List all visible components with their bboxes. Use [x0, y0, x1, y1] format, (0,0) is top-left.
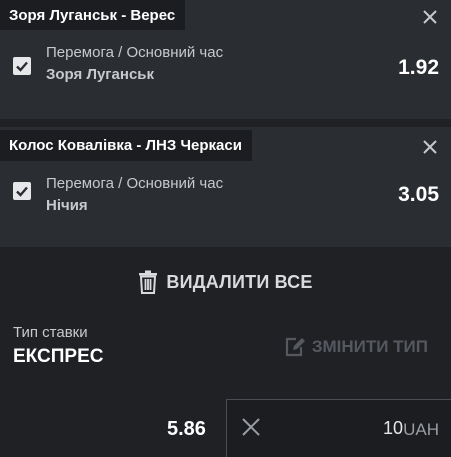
delete-all-button[interactable]: ВИДАЛИТИ ВСЕ [0, 268, 451, 296]
market-name: Перемога / Основний час [46, 44, 224, 61]
match-title: Зоря Луганськ - Верес [0, 0, 186, 30]
total-odds: 5.86 [167, 418, 206, 440]
market-name: Перемога / Основний час [46, 175, 224, 192]
close-icon[interactable] [421, 8, 439, 26]
match-title: Колос Ковалівка - ЛНЗ Черкаси [0, 130, 252, 161]
stake-currency: UAH [403, 420, 439, 439]
bet-card: Зоря Луганськ - Верес Перемога / Основни… [0, 0, 451, 119]
clear-icon[interactable] [241, 417, 261, 437]
bet-type-label: Тип ставки [13, 324, 88, 341]
change-type-label: ЗМІНИТИ ТИП [311, 337, 428, 356]
check-icon[interactable] [13, 57, 31, 75]
delete-all-label: ВИДАЛИТИ ВСЕ [166, 271, 313, 292]
selection-name: Зоря Луганськ [46, 66, 155, 83]
close-icon[interactable] [421, 138, 439, 156]
bet-type-value: ЕКСПРЕС [13, 346, 104, 367]
trash-icon [138, 270, 158, 294]
stake-input[interactable] [283, 418, 403, 439]
change-type-button[interactable]: ЗМІНИТИ ТИП [284, 336, 428, 358]
check-icon[interactable] [13, 182, 31, 200]
odds-value: 3.05 [398, 183, 439, 206]
edit-icon [284, 336, 306, 358]
stake-box: UAH [226, 399, 451, 457]
bet-card: Колос Ковалівка - ЛНЗ Черкаси Перемога /… [0, 127, 451, 247]
odds-value: 1.92 [398, 56, 439, 79]
selection-name: Нічия [46, 197, 88, 214]
